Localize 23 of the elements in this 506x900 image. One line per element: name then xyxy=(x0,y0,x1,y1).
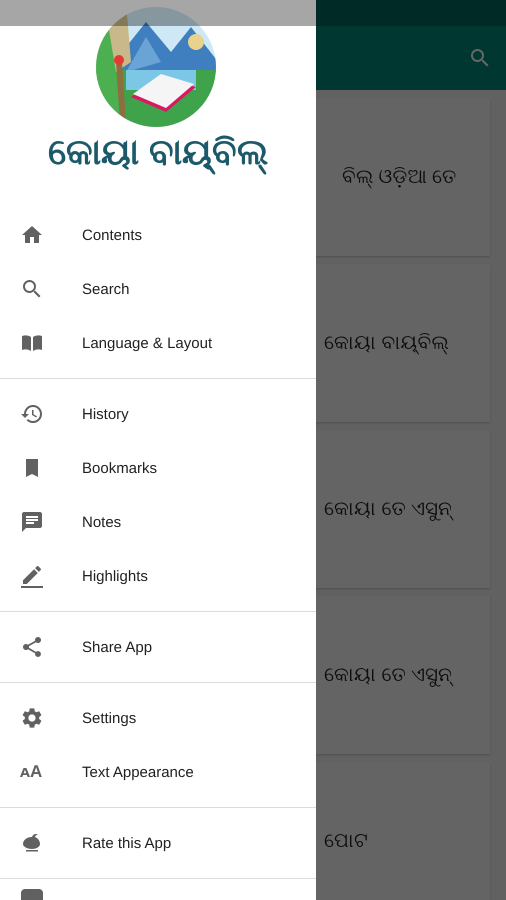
menu-item[interactable]: Share App xyxy=(0,620,316,674)
menu-item[interactable]: Search xyxy=(0,262,316,316)
text-size-icon: ᴀA xyxy=(20,762,42,782)
menu-item[interactable]: Settings xyxy=(0,691,316,745)
card-title: କୋୟା ତେ ଏସୁନ୍ xyxy=(324,498,452,520)
notes-icon xyxy=(20,510,44,534)
card-title: ପୋଟ xyxy=(324,830,368,852)
menu-item[interactable]: Highlights xyxy=(0,549,316,603)
menu-item[interactable]: ᴀA Text Appearance xyxy=(0,745,316,799)
pencil-icon xyxy=(20,564,44,588)
menu-item[interactable]: Rate this App xyxy=(0,816,316,870)
menu-item[interactable]: Language & Layout xyxy=(0,316,316,370)
card-title: କୋୟା ବାୟ୍‌ବିଲ୍ xyxy=(324,332,449,354)
settings-icon xyxy=(20,706,44,730)
menu-item[interactable]: Bookmarks xyxy=(0,441,316,495)
menu-item[interactable]: Notes xyxy=(0,495,316,549)
menu-item[interactable]: History xyxy=(0,387,316,441)
card-title: କୋୟା ତେ ଏସୁନ୍ xyxy=(324,664,452,686)
menu-item[interactable]: Contents xyxy=(0,208,316,262)
card-title: ବିଲ୍ ଓଡ଼ିଆ ତେ xyxy=(342,166,456,188)
share-icon xyxy=(20,635,44,659)
app-title: କୋୟା ବାୟ୍‌ବିଲ୍ xyxy=(48,130,268,174)
history-icon xyxy=(20,402,44,426)
